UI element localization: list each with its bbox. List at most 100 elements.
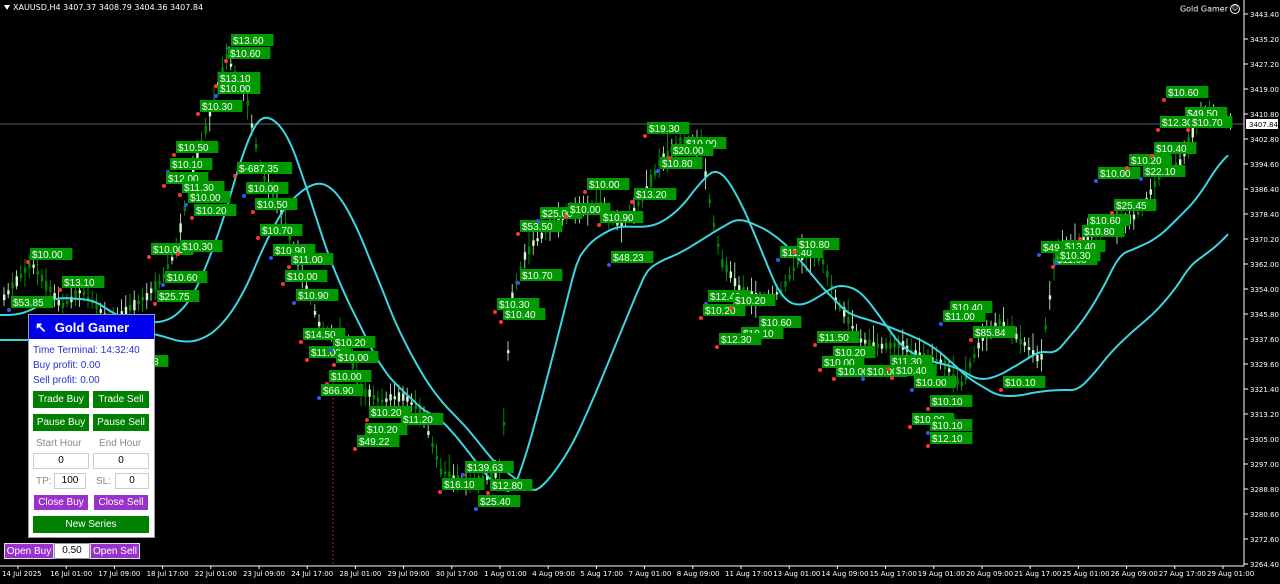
- svg-text:$10.80: $10.80: [662, 159, 693, 170]
- lot-size-input[interactable]: 0.50: [54, 543, 90, 559]
- ea-name: Gold Gamer: [1179, 4, 1228, 14]
- candle-body: [7, 290, 10, 295]
- price-tick-label: 3280.60: [1250, 511, 1279, 519]
- profit-label: $10.10: [166, 158, 213, 174]
- profit-label: $10.50: [172, 141, 219, 157]
- candle-body: [154, 280, 157, 291]
- candle-body: [372, 394, 375, 400]
- svg-text:$10.00: $10.00: [287, 272, 318, 283]
- svg-text:$10.60: $10.60: [230, 49, 261, 60]
- profit-label: $11.00: [287, 253, 334, 269]
- time-tick-label: 14 Aug 09:00: [821, 570, 868, 578]
- price-tick-label: 3321.40: [1250, 386, 1279, 394]
- end-hour-input[interactable]: 0: [93, 453, 149, 469]
- candle-body: [977, 342, 980, 349]
- price-tick-label: 3386.40: [1250, 186, 1279, 194]
- start-hour-input[interactable]: 0: [33, 453, 89, 469]
- candle-body: [141, 296, 144, 301]
- time-tick-label: 15 Aug 17:00: [870, 570, 917, 578]
- profit-label: $10.50: [251, 198, 298, 214]
- time-tick-label: 7 Aug 01:00: [629, 570, 672, 578]
- candle-body: [431, 443, 434, 448]
- profit-label: $11.50: [813, 331, 860, 347]
- svg-text:$25.45: $25.45: [1116, 201, 1147, 212]
- price-tick-label: 3443.40: [1250, 11, 1279, 19]
- candles: [3, 43, 1232, 496]
- profit-label: $66.90: [317, 384, 364, 400]
- trade-buy-button[interactable]: Trade Buy: [33, 391, 89, 408]
- candle-body: [969, 362, 972, 368]
- svg-text:$10.30: $10.30: [182, 242, 213, 253]
- candle-body: [822, 259, 825, 265]
- candle-body: [717, 243, 720, 248]
- candle-body: [99, 309, 102, 313]
- time-tick-label: 16 Jul 01:00: [50, 570, 92, 578]
- time-tick-label: 23 Jul 09:00: [243, 570, 285, 578]
- candle-body: [364, 388, 367, 398]
- close-buy-button[interactable]: Close Buy: [33, 494, 89, 511]
- new-series-button[interactable]: New Series: [33, 516, 149, 533]
- svg-text:$53.85: $53.85: [13, 298, 44, 309]
- candle-body: [15, 276, 18, 287]
- svg-text:$14.50: $14.50: [305, 330, 336, 341]
- candle-body: [885, 343, 888, 349]
- svg-text:$10.40: $10.40: [505, 310, 536, 321]
- profit-label: $22.10: [1139, 165, 1186, 181]
- pause-sell-button[interactable]: Pause Sell: [93, 414, 149, 431]
- close-sell-button[interactable]: Close Sell: [93, 494, 149, 511]
- candle-body: [397, 392, 401, 402]
- profit-label: $25.75: [153, 290, 200, 306]
- svg-text:$10.30: $10.30: [1060, 251, 1091, 262]
- profit-label: $10.00: [910, 376, 957, 392]
- candle-body: [389, 394, 392, 401]
- profit-label: $10.10: [926, 395, 973, 411]
- candle-body: [960, 381, 963, 387]
- candle-body: [11, 282, 14, 289]
- buy-profit: Buy profit: 0.00: [33, 360, 101, 371]
- symbol-label: XAUUSD,H4: [13, 3, 61, 12]
- time-tick-label: 13 Aug 01:00: [773, 570, 820, 578]
- profit-labels: $13.60 $10.60 $13.10 $10.00 $10.30 $10.50 $10.…: [7, 34, 1233, 511]
- candle-body: [775, 292, 779, 295]
- profit-label: $25.40: [474, 495, 521, 511]
- time-tick-label: 30 Jul 17:00: [436, 570, 478, 578]
- svg-text:$10.40: $10.40: [896, 366, 927, 377]
- profit-label: $10.30: [196, 100, 243, 116]
- svg-text:$16.10: $16.10: [444, 480, 475, 491]
- cursor-icon: ↖: [35, 318, 47, 335]
- candle-body: [376, 397, 380, 402]
- candle-body: [49, 286, 52, 292]
- svg-text:$49.22: $49.22: [359, 437, 390, 448]
- open-buy-button[interactable]: Open Buy: [4, 543, 54, 559]
- tp-input[interactable]: 100: [54, 473, 86, 489]
- dropdown-icon[interactable]: [4, 5, 10, 10]
- svg-text:$10.10: $10.10: [1005, 378, 1036, 389]
- price-tick-label: 3313.20: [1250, 411, 1279, 419]
- svg-text:$10.00: $10.00: [838, 367, 869, 378]
- time-tick-label: 11 Aug 17:00: [725, 570, 772, 578]
- sl-input[interactable]: 0: [115, 473, 149, 489]
- open-sell-button[interactable]: Open Sell: [90, 543, 140, 559]
- profit-label: $10.20: [190, 204, 237, 220]
- price-tick-label: 3305.00: [1250, 436, 1279, 444]
- candle-body: [78, 290, 81, 294]
- trade-sell-button[interactable]: Trade Sell: [93, 391, 149, 408]
- profit-label: $10.00: [214, 82, 261, 98]
- candle-body: [893, 343, 896, 348]
- svg-text:$13.60: $13.60: [233, 36, 264, 47]
- candle-body: [145, 293, 149, 301]
- candle-body: [66, 300, 69, 304]
- candle-body: [318, 321, 321, 327]
- svg-text:$10.60: $10.60: [167, 273, 198, 284]
- panel-header[interactable]: ↖ Gold Gamer: [29, 315, 154, 339]
- price-tick-label: 3337.60: [1250, 336, 1279, 344]
- profit-label: $13.20: [630, 188, 677, 204]
- end-hour-label: End Hour: [99, 438, 142, 449]
- profit-label: $-687.35: [233, 162, 293, 178]
- profit-label: $12.30: [715, 333, 762, 349]
- price-chart[interactable]: $13.60 $10.60 $13.10 $10.00 $10.30 $10.50 $10.…: [0, 0, 1280, 584]
- candle-body: [82, 291, 86, 296]
- pause-buy-button[interactable]: Pause Buy: [33, 414, 89, 431]
- profit-label: $10.80: [1078, 225, 1125, 241]
- svg-text:$20.00: $20.00: [673, 146, 704, 157]
